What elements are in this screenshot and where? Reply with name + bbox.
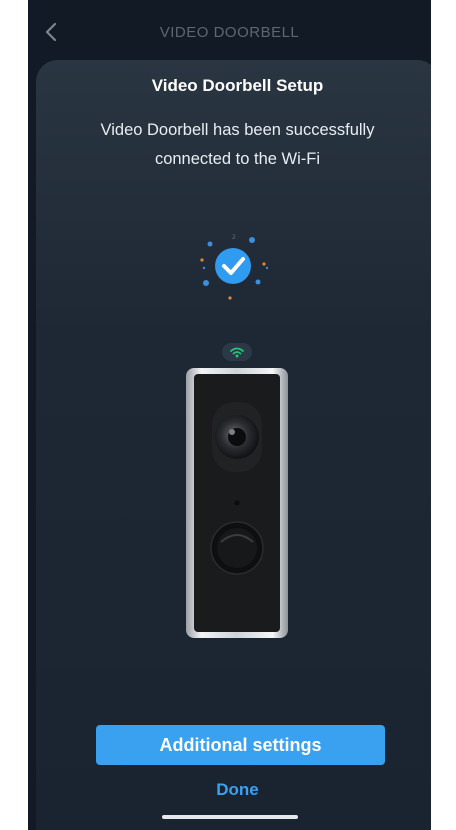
setup-card: Video Doorbell Setup Video Doorbell has … [36, 60, 431, 830]
video-doorbell-image [186, 368, 288, 638]
check-circle-icon: 2 [200, 234, 269, 300]
additional-settings-button[interactable]: Additional settings [96, 725, 385, 765]
svg-text:2: 2 [232, 234, 236, 241]
success-message: Video Doorbell has been successfully con… [100, 121, 375, 168]
page-title: VIDEO DOORBELL [159, 24, 300, 41]
success-indicator: 2 [196, 228, 276, 308]
top-bar: VIDEO DOORBELL [28, 0, 431, 60]
wifi-icon [230, 347, 244, 358]
home-indicator [162, 815, 298, 819]
done-button[interactable]: Done [36, 780, 431, 800]
card-title: Video Doorbell Setup [151, 76, 324, 95]
wifi-status-badge [222, 343, 252, 361]
app-screen: VIDEO DOORBELL Video Doorbell Setup Vide… [28, 0, 431, 830]
